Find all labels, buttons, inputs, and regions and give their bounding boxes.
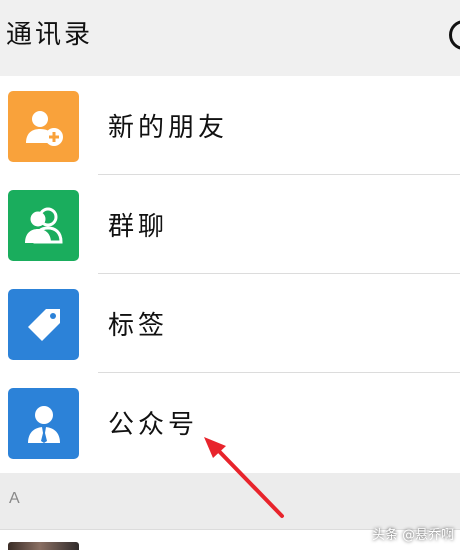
- group-icon: [8, 190, 79, 261]
- menu-item-official-accounts[interactable]: 公众号: [0, 373, 460, 472]
- menu-item-label: 公众号: [108, 410, 199, 440]
- add-user-icon: [8, 91, 79, 162]
- section-header-a: A: [0, 473, 460, 529]
- menu-item-label: 群聊: [108, 212, 169, 242]
- menu-item-group-chat[interactable]: 群聊: [0, 175, 460, 274]
- menu-item-tags[interactable]: 标签: [0, 274, 460, 373]
- menu-item-label: 标签: [108, 311, 169, 341]
- menu-item-label: 新的朋友: [108, 113, 229, 143]
- header-bar: 通讯录: [0, 0, 460, 76]
- page-title: 通讯录: [6, 20, 94, 50]
- menu-item-new-friends[interactable]: 新的朋友: [0, 76, 460, 175]
- person-icon: [8, 388, 79, 459]
- watermark: 头条 @悬乔啊: [372, 528, 455, 543]
- avatar[interactable]: [8, 542, 79, 550]
- search-icon[interactable]: [449, 20, 460, 50]
- tag-icon: [8, 289, 79, 360]
- section-letter: A: [9, 490, 20, 507]
